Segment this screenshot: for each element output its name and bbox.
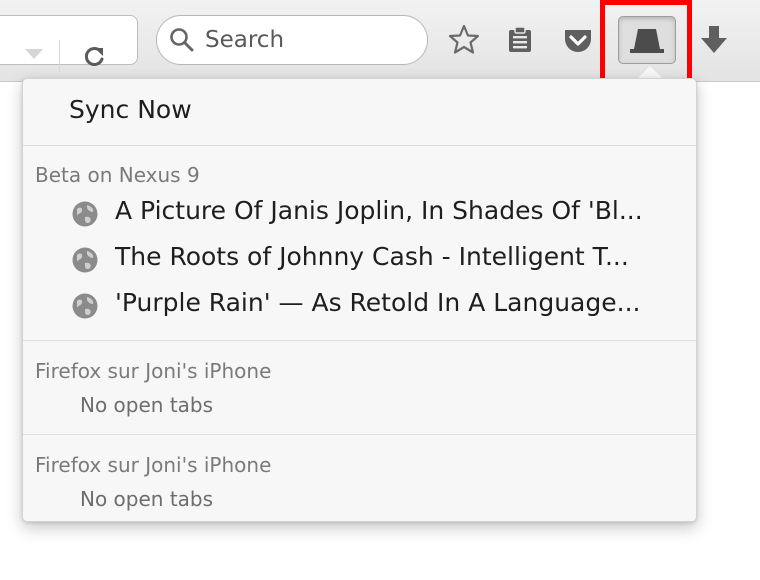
search-box[interactable]	[156, 15, 428, 65]
synced-tabs-panel: Sync Now Beta on Nexus 9 A Picture Of Ja…	[22, 78, 697, 522]
synced-tabs-icon	[630, 29, 664, 53]
device-label-nexus: Beta on Nexus 9	[35, 163, 200, 187]
synced-tab-item[interactable]: 'Purple Rain' — As Retold In A Language.…	[71, 287, 681, 323]
no-open-tabs-label: No open tabs	[80, 487, 214, 511]
url-bar-divider	[59, 40, 60, 72]
reading-list-icon	[509, 26, 531, 52]
bookmark-star-button[interactable]	[446, 22, 482, 58]
synced-tab-item[interactable]: A Picture Of Janis Joplin, In Shades Of …	[71, 195, 681, 231]
search-input[interactable]	[205, 26, 405, 54]
sync-now-button[interactable]: Sync Now	[69, 95, 192, 124]
downloads-icon	[701, 26, 727, 53]
separator	[23, 340, 696, 341]
device-label-iphone: Firefox sur Joni's iPhone	[35, 453, 272, 477]
url-bar[interactable]	[0, 15, 138, 72]
downloads-button[interactable]	[696, 22, 732, 58]
synced-tab-item[interactable]: The Roots of Johnny Cash - Intelligent T…	[71, 241, 681, 277]
pocket-button[interactable]	[560, 22, 596, 58]
synced-tab-title: 'Purple Rain' — As Retold In A Language.…	[115, 288, 641, 317]
bookmark-star-icon	[448, 24, 480, 54]
reading-list-button[interactable]	[502, 22, 538, 58]
no-open-tabs-label: No open tabs	[80, 393, 214, 417]
globe-icon	[72, 247, 98, 273]
search-icon	[170, 28, 194, 52]
pocket-icon	[565, 30, 591, 52]
synced-tabs-button[interactable]	[618, 16, 676, 64]
globe-icon	[72, 201, 98, 227]
device-label-iphone: Firefox sur Joni's iPhone	[35, 359, 272, 383]
synced-tab-title: A Picture Of Janis Joplin, In Shades Of …	[115, 196, 643, 225]
synced-tab-title: The Roots of Johnny Cash - Intelligent T…	[115, 242, 629, 271]
dropmarker-icon[interactable]	[25, 49, 43, 59]
globe-icon	[72, 293, 98, 319]
reload-icon[interactable]	[81, 44, 107, 70]
separator	[23, 434, 696, 435]
separator	[23, 145, 696, 146]
